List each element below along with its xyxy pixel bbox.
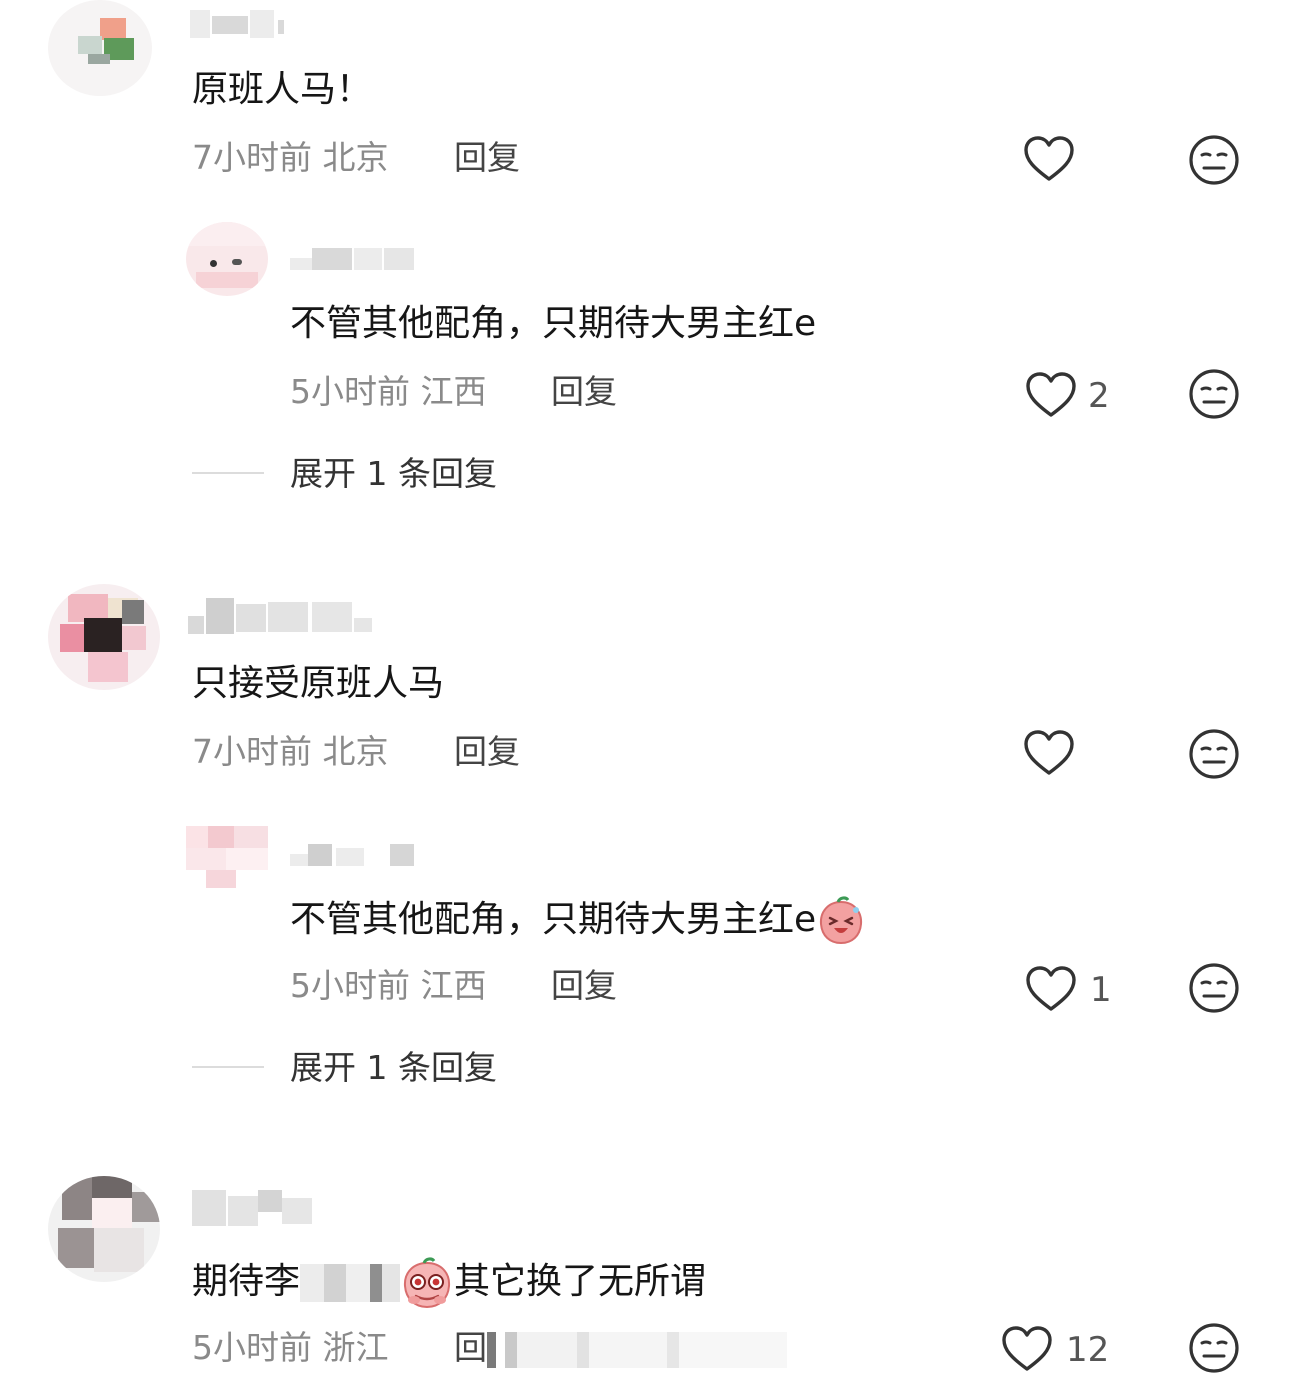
avatar[interactable] xyxy=(186,826,268,888)
reply-location: 江西 xyxy=(420,372,487,411)
meh-face-icon[interactable] xyxy=(1188,962,1240,1014)
heart-outline-icon[interactable] xyxy=(1022,728,1076,778)
heart-outline-icon[interactable] xyxy=(1024,964,1078,1014)
reply-time: 5小时前 xyxy=(290,372,410,411)
meh-face-icon[interactable] xyxy=(1188,728,1240,780)
username-blurred[interactable] xyxy=(290,844,414,866)
comment-meta: 7小时前 北京 xyxy=(192,138,389,178)
reply-button[interactable]: 回复 xyxy=(454,138,520,178)
redacted-text xyxy=(487,1331,787,1368)
comment-time: 7小时前 xyxy=(192,732,312,771)
avatar[interactable] xyxy=(48,1176,160,1282)
heart-outline-icon[interactable] xyxy=(1022,134,1076,184)
reply-location: 江西 xyxy=(420,966,487,1005)
meh-face-icon[interactable] xyxy=(1188,368,1240,420)
comment-meta: 5小时前 浙江 xyxy=(192,1328,389,1368)
comment-text: 期待李 其它换了无所谓 xyxy=(192,1256,706,1310)
reply-meta: 5小时前 江西 xyxy=(290,966,487,1006)
reply-text: 不管其他配角，只期待大男主红e xyxy=(290,896,866,946)
reply-text: 不管其他配角，只期待大男主红e xyxy=(290,303,817,344)
avatar[interactable] xyxy=(186,222,268,296)
comment-time: 7小时前 xyxy=(192,138,312,177)
reply-button[interactable]: 回复 xyxy=(454,732,520,772)
like-count: 2 xyxy=(1088,376,1110,416)
like-count: 12 xyxy=(1066,1330,1110,1370)
peach-teary-emoji xyxy=(404,1257,451,1309)
redacted-text xyxy=(300,1264,401,1302)
heart-outline-icon[interactable] xyxy=(1000,1324,1054,1374)
comment-location: 北京 xyxy=(322,732,389,771)
comment-text: 只接受原班人马 xyxy=(192,663,445,704)
reply-button[interactable]: 回复 xyxy=(551,966,617,1006)
username-blurred[interactable] xyxy=(290,248,414,270)
expand-replies-button[interactable]: 展开 1 条回复 xyxy=(290,454,497,494)
avatar[interactable] xyxy=(48,0,152,96)
expand-replies-button[interactable]: 展开 1 条回复 xyxy=(290,1048,497,1088)
comment-meta: 7小时前 北京 xyxy=(192,732,389,772)
username-blurred[interactable] xyxy=(190,10,300,38)
comment-location: 北京 xyxy=(322,138,389,177)
comment-location: 浙江 xyxy=(322,1328,389,1367)
meh-face-icon[interactable] xyxy=(1188,1322,1240,1374)
peach-laughing-emoji xyxy=(820,896,863,945)
expand-divider xyxy=(192,1066,264,1068)
avatar[interactable] xyxy=(48,584,160,690)
expand-divider xyxy=(192,472,264,474)
reply-meta: 5小时前 江西 xyxy=(290,372,487,412)
meh-face-icon[interactable] xyxy=(1188,134,1240,186)
username-blurred[interactable] xyxy=(188,598,384,634)
reply-button[interactable]: 回 xyxy=(454,1328,787,1368)
comment-time: 5小时前 xyxy=(192,1328,312,1367)
username-blurred[interactable] xyxy=(192,1190,316,1226)
reply-button[interactable]: 回复 xyxy=(551,372,617,412)
comment-text: 原班人马！ xyxy=(192,69,373,110)
like-count: 1 xyxy=(1090,970,1112,1010)
heart-outline-icon[interactable] xyxy=(1024,370,1078,420)
reply-time: 5小时前 xyxy=(290,966,410,1005)
